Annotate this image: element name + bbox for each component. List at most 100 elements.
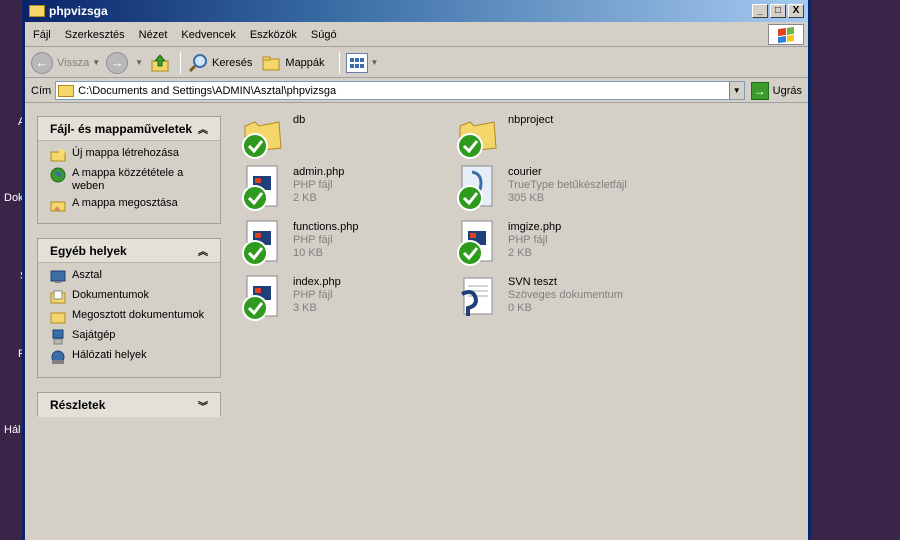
place-label: Megosztott dokumentumok [72,309,205,321]
place-desktop[interactable]: Asztal [50,269,210,285]
file-item-admin-php[interactable]: admin.php PHP fájl 2 KB [239,164,449,216]
tasks-panel: Fájl- és mappaműveletek ︽ Új mappa létre… [37,116,221,224]
place-network[interactable]: Hálózati helyek [50,349,210,365]
desktop-icon [50,269,66,285]
network-icon [50,349,66,365]
minimize-button[interactable]: _ [752,4,768,18]
file-type: PHP fájl [293,234,333,246]
explorer-window: phpvizsga _ □ X Fájl Szerkesztés Nézet K… [22,0,811,540]
task-share-folder[interactable]: A mappa megosztása [50,197,210,213]
place-shared-documents[interactable]: Megosztott dokumentumok [50,309,210,325]
file-item-index-php[interactable]: index.php PHP fájl 3 KB [239,274,449,326]
file-item-db[interactable]: db [239,112,449,164]
menu-bar: Fájl Szerkesztés Nézet Kedvencek Eszközö… [25,23,808,47]
go-arrow-icon: → [750,81,769,100]
shared-folder-icon [50,309,66,325]
file-item-svn-teszt[interactable]: SVN teszt Szöveges dokumentum 0 KB [454,274,664,326]
collapse-icon[interactable]: ︽ [198,243,208,258]
windows-flag-icon [778,26,794,43]
menu-tools[interactable]: Eszközök [250,29,297,41]
menu-favorites[interactable]: Kedvencek [181,29,235,41]
file-size: 2 KB [508,247,532,259]
details-panel: Részletek ︾ [37,392,221,417]
address-value: C:\Documents and Settings\ADMIN\Asztal\p… [78,84,337,97]
menu-help[interactable]: Súgó [311,29,337,41]
task-new-folder[interactable]: Új mappa létrehozása [50,147,210,163]
place-documents[interactable]: Dokumentumok [50,289,210,305]
folders-button[interactable]: Mappák [285,57,324,69]
file-type: Szöveges dokumentum [508,289,623,301]
tasks-panel-header[interactable]: Fájl- és mappaműveletek ︽ [38,117,220,141]
address-label: Cím [31,84,52,97]
file-size: 0 KB [508,302,532,314]
file-name: imgize.php [508,221,562,233]
menu-file[interactable]: Fájl [33,29,51,41]
folder-icon [239,112,287,160]
file-name: nbproject [508,114,554,126]
file-item-courier[interactable]: courier TrueType betűkészletfájl 305 KB [454,164,664,216]
back-arrow-icon: ← [31,51,53,74]
expand-icon[interactable]: ︾ [198,398,208,413]
chevron-down-icon[interactable]: ▼ [92,58,100,67]
text-file-icon [454,274,502,322]
file-item-functions-php[interactable]: functions.php PHP fájl 10 KB [239,219,449,271]
file-item-imgize-php[interactable]: imgize.php PHP fájl 2 KB [454,219,664,271]
windows-logo [768,24,804,45]
new-folder-icon [50,147,66,163]
maximize-button[interactable]: □ [770,4,786,18]
forward-button[interactable]: → ▼ [106,51,143,74]
toolbar-separator [338,51,340,74]
file-name: admin.php [293,166,345,178]
php-file-icon [239,219,287,267]
file-name: index.php [293,276,341,288]
chevron-down-icon[interactable]: ▼ [728,82,744,99]
menu-edit[interactable]: Szerkesztés [65,29,125,41]
back-label: Vissza [57,56,90,69]
views-button[interactable] [345,52,368,73]
file-size: 2 KB [293,192,317,204]
place-label: Sajátgép [72,329,116,341]
title-bar[interactable]: phpvizsga _ □ X [25,0,808,22]
task-publish-web[interactable]: A mappa közzététele a weben [50,167,210,193]
globe-icon [50,167,66,183]
file-size: 305 KB [508,192,545,204]
file-type: PHP fájl [293,289,333,301]
file-item-nbproject[interactable]: nbproject [454,112,664,164]
desktop-label: Hál [4,424,21,436]
task-label: A mappa megosztása [72,197,178,209]
panel-title: Egyéb helyek [50,243,127,258]
chevron-down-icon[interactable]: ▼ [371,58,379,67]
folders-icon[interactable] [260,52,282,74]
content-area: Fájl- és mappaműveletek ︽ Új mappa létre… [25,104,808,540]
window-title: phpvizsga [49,4,108,18]
share-folder-icon [50,197,66,213]
other-places-panel-header[interactable]: Egyéb helyek ︽ [38,239,220,263]
file-type: TrueType betűkészletfájl [508,179,627,191]
search-button[interactable]: Keresés [212,57,252,69]
address-input[interactable]: C:\Documents and Settings\ADMIN\Asztal\p… [55,81,745,100]
toolbar: ← Vissza ▼ → ▼ Keresés Mappák ▼ [25,48,808,78]
menu-view[interactable]: Nézet [139,29,168,41]
file-size: 10 KB [293,247,323,259]
search-icon[interactable] [187,52,209,74]
address-bar: Cím C:\Documents and Settings\ADMIN\Aszt… [25,79,808,103]
computer-icon [50,329,66,345]
collapse-icon[interactable]: ︽ [198,121,208,136]
file-name: db [293,114,306,126]
php-file-icon [239,274,287,322]
back-button[interactable]: ← Vissza ▼ [31,51,100,74]
php-file-icon [454,219,502,267]
desktop-label: Dok [4,192,24,204]
panel-title: Részletek [50,398,106,412]
go-button[interactable]: → Ugrás [750,81,802,100]
close-button[interactable]: X [788,4,804,18]
chevron-down-icon[interactable]: ▼ [135,58,143,67]
folder-icon [29,5,45,17]
details-panel-header[interactable]: Részletek ︾ [38,393,220,417]
other-places-panel: Egyéb helyek ︽ Asztal Dokumentumok Megos… [37,238,221,378]
file-name: functions.php [293,221,359,233]
place-my-computer[interactable]: Sajátgép [50,329,210,345]
up-folder-button[interactable] [149,52,171,74]
file-size: 3 KB [293,302,317,314]
panel-title: Fájl- és mappaműveletek [50,121,193,136]
